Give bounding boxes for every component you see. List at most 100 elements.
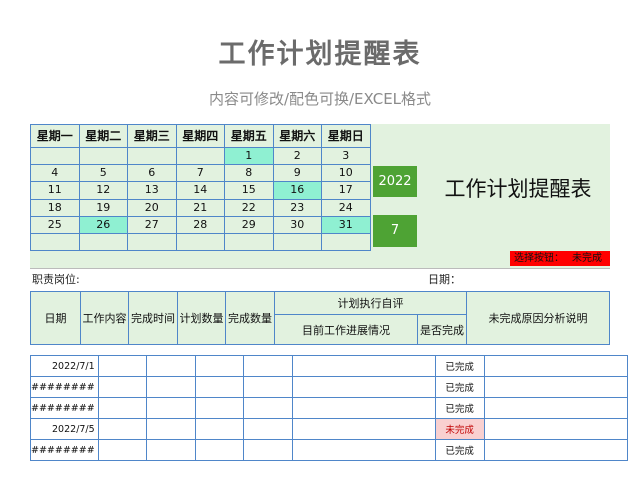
calendar-day[interactable]: 22: [224, 198, 274, 217]
calendar-day[interactable]: 12: [78, 181, 128, 200]
row-cell[interactable]: [291, 355, 436, 377]
weekday-header: 星期二: [78, 124, 128, 148]
calendar-day[interactable]: [30, 146, 80, 166]
calendar-day[interactable]: 10: [321, 164, 371, 183]
row-cell[interactable]: [145, 376, 196, 398]
row-cell[interactable]: [97, 439, 147, 461]
calendar-day[interactable]: [78, 232, 128, 252]
calendar-day[interactable]: 17: [321, 181, 371, 200]
row-status[interactable]: 已完成: [434, 397, 485, 419]
calendar-day[interactable]: 3: [321, 146, 371, 166]
calendar-day[interactable]: 1: [224, 146, 274, 166]
calendar-day[interactable]: 26: [78, 215, 128, 234]
calendar-day[interactable]: 19: [78, 198, 128, 217]
row-cell[interactable]: [145, 397, 196, 419]
row-date[interactable]: ########: [30, 439, 99, 461]
row-cell[interactable]: [483, 397, 628, 419]
row-cell[interactable]: [194, 418, 244, 440]
position-label: 职责岗位:: [32, 273, 80, 286]
row-cell[interactable]: [97, 418, 147, 440]
month-cell[interactable]: 7: [373, 215, 417, 247]
meta-line: 职责岗位: 日期：: [30, 268, 610, 291]
row-cell[interactable]: [242, 355, 293, 377]
row-cell[interactable]: [97, 355, 147, 377]
header-reason: 未完成原因分析说明: [466, 291, 610, 345]
calendar-day[interactable]: 8: [224, 164, 274, 183]
row-cell[interactable]: [194, 397, 244, 419]
select-button-bar[interactable]: 选择按钮： 未完成: [510, 251, 610, 266]
calendar-day[interactable]: [78, 146, 128, 166]
calendar-grid: 星期一 星期二 星期三 星期四 星期五 星期六 星期日 1 2 3 4 5 6 7 8 9 10 11 12 13 14…: [30, 124, 371, 252]
row-cell[interactable]: [145, 439, 196, 461]
calendar-day[interactable]: [224, 232, 274, 252]
weekday-header: 星期一: [30, 124, 80, 148]
weekday-header: 星期四: [175, 124, 225, 148]
row-cell[interactable]: [97, 397, 147, 419]
calendar-day[interactable]: [30, 232, 80, 252]
year-cell[interactable]: 2022: [373, 166, 417, 197]
row-cell[interactable]: [483, 439, 628, 461]
calendar-day[interactable]: 11: [30, 181, 80, 200]
row-cell[interactable]: [483, 418, 628, 440]
row-date[interactable]: ########: [30, 397, 99, 419]
calendar-day[interactable]: 9: [272, 164, 322, 183]
calendar-day[interactable]: 18: [30, 198, 80, 217]
row-cell[interactable]: [291, 418, 436, 440]
row-cell[interactable]: [145, 418, 196, 440]
row-cell[interactable]: [194, 355, 244, 377]
task-table: 2022/7/1 已完成 ######## 已完成 ######## 已完成 2022/7/…: [30, 355, 628, 461]
row-status[interactable]: 已完成: [434, 376, 485, 398]
row-status[interactable]: 已完成: [434, 355, 485, 377]
table-row: 2022/7/1 已完成: [30, 355, 628, 377]
row-cell[interactable]: [242, 376, 293, 398]
row-cell[interactable]: [97, 376, 147, 398]
row-date[interactable]: 2022/7/5: [30, 418, 99, 440]
row-cell[interactable]: [483, 355, 628, 377]
calendar-day[interactable]: [321, 232, 371, 252]
calendar-day[interactable]: 27: [127, 215, 177, 234]
calendar-day[interactable]: 4: [30, 164, 80, 183]
table-row: 2022/7/5 未完成: [30, 418, 628, 440]
calendar-day[interactable]: 28: [175, 215, 225, 234]
row-status[interactable]: 已完成: [434, 439, 485, 461]
calendar-day[interactable]: [272, 232, 322, 252]
calendar-day[interactable]: 2: [272, 146, 322, 166]
calendar-day[interactable]: [127, 146, 177, 166]
calendar-day[interactable]: 6: [127, 164, 177, 183]
calendar-day[interactable]: [127, 232, 177, 252]
calendar-day[interactable]: 13: [127, 181, 177, 200]
calendar-day[interactable]: 25: [30, 215, 80, 234]
header-date: 日期: [30, 291, 81, 345]
row-cell[interactable]: [242, 439, 293, 461]
calendar-day[interactable]: 30: [272, 215, 322, 234]
select-button-value[interactable]: 未完成: [572, 251, 602, 266]
row-status[interactable]: 未完成: [434, 418, 485, 440]
row-date[interactable]: ########: [30, 376, 99, 398]
calendar-day[interactable]: 24: [321, 198, 371, 217]
row-cell[interactable]: [194, 439, 244, 461]
row-cell[interactable]: [194, 376, 244, 398]
row-cell[interactable]: [145, 355, 196, 377]
page-title: 工作计划提醒表: [218, 39, 422, 70]
calendar-day[interactable]: 31: [321, 215, 371, 234]
calendar-day[interactable]: 5: [78, 164, 128, 183]
row-cell[interactable]: [291, 376, 436, 398]
page-subtitle: 内容可修改/配色可换/EXCEL格式: [208, 90, 432, 108]
row-date[interactable]: 2022/7/1: [30, 355, 99, 377]
row-cell[interactable]: [291, 439, 436, 461]
calendar-day[interactable]: 14: [175, 181, 225, 200]
row-cell[interactable]: [242, 418, 293, 440]
calendar-day[interactable]: 23: [272, 198, 322, 217]
calendar-day[interactable]: [175, 232, 225, 252]
table-row: ######## 已完成: [30, 376, 628, 398]
calendar-day[interactable]: 21: [175, 198, 225, 217]
calendar-day[interactable]: 20: [127, 198, 177, 217]
row-cell[interactable]: [242, 397, 293, 419]
row-cell[interactable]: [291, 397, 436, 419]
calendar-day[interactable]: 29: [224, 215, 274, 234]
row-cell[interactable]: [483, 376, 628, 398]
calendar-day[interactable]: 15: [224, 181, 274, 200]
calendar-day[interactable]: [175, 146, 225, 166]
calendar-day[interactable]: 16: [272, 181, 322, 200]
calendar-day[interactable]: 7: [175, 164, 225, 183]
